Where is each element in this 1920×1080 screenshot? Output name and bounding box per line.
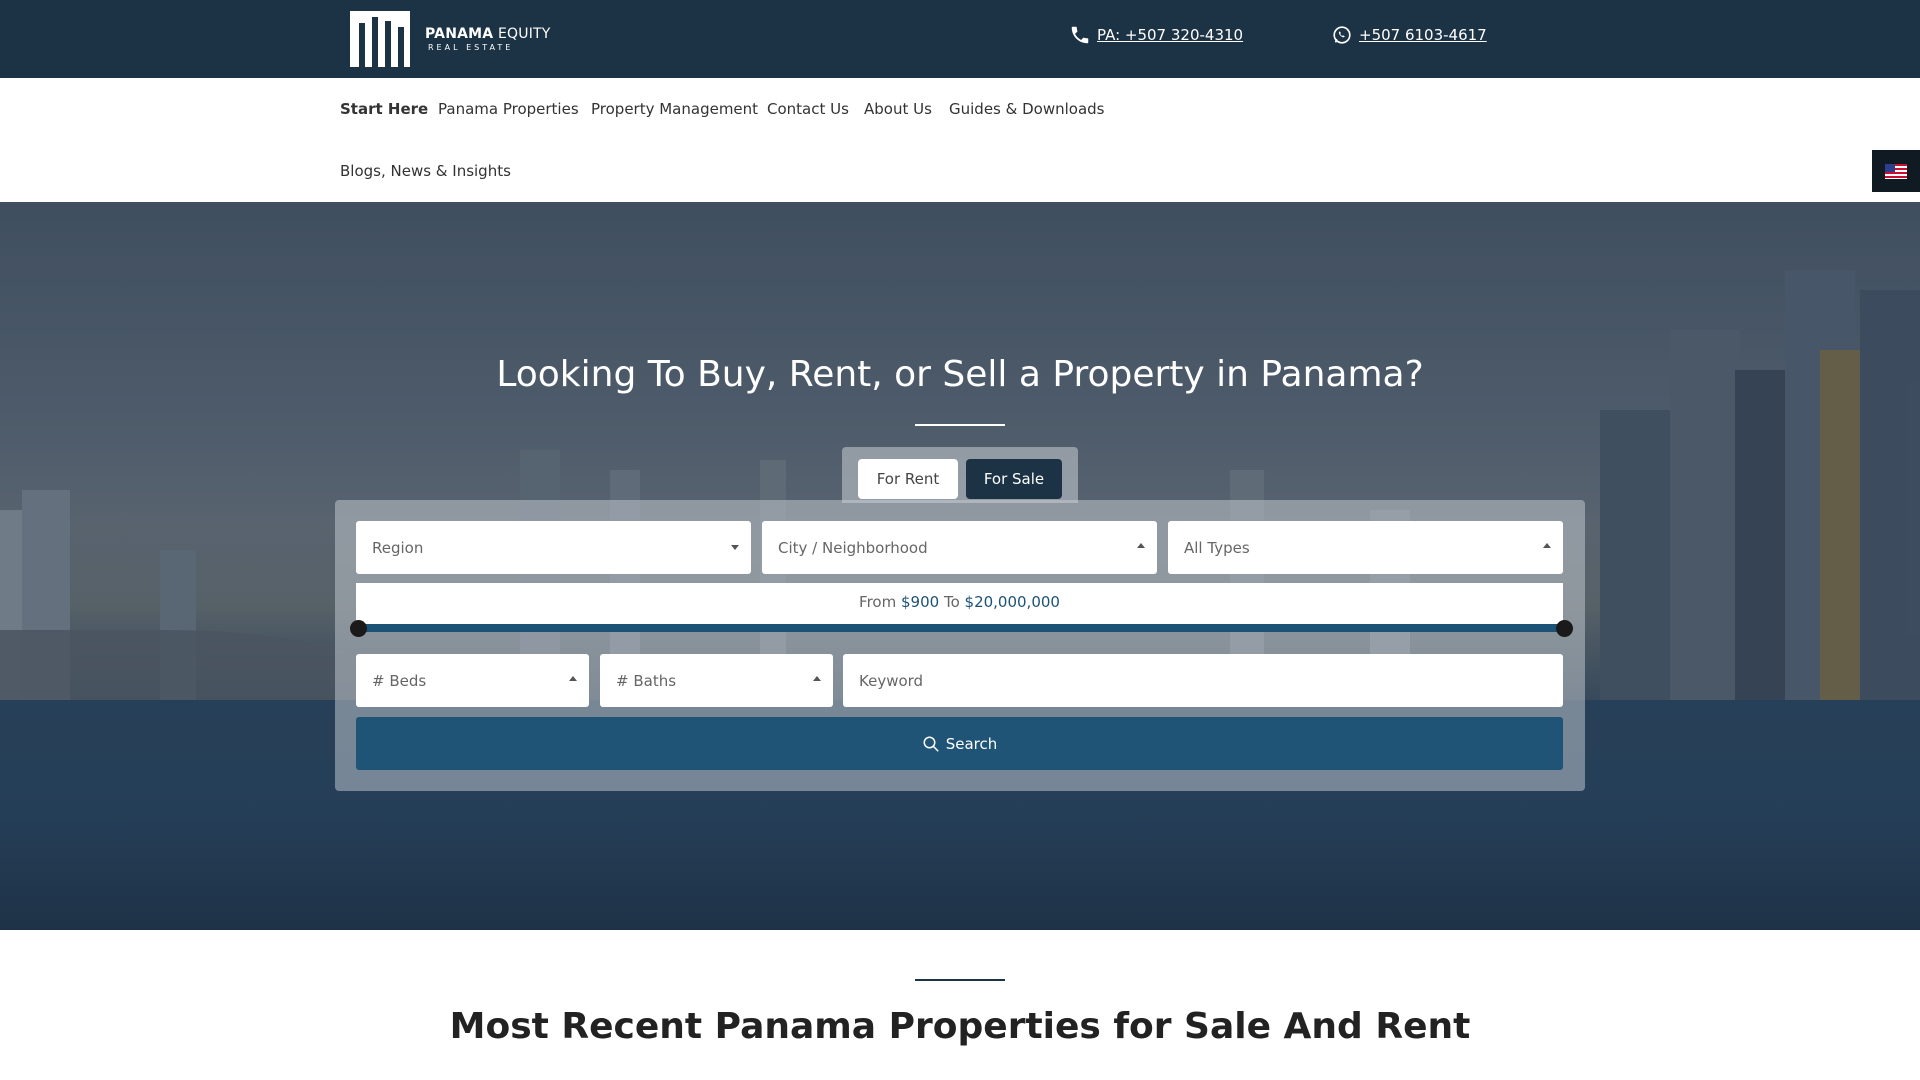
nav-item-property-management[interactable]: Property Management (591, 100, 758, 118)
logo[interactable]: PANAMA EQUITY REAL ESTATE (350, 11, 551, 67)
beds-select[interactable]: # Beds (356, 654, 589, 707)
region-select[interactable]: Region (356, 521, 751, 574)
search-icon (923, 736, 939, 751)
whatsapp-icon (1333, 26, 1351, 44)
chevron-up-icon (813, 676, 821, 681)
search-button[interactable]: Search (356, 717, 1563, 770)
logo-name-rest: EQUITY (498, 25, 551, 42)
baths-select-value: # Baths (616, 671, 677, 690)
price-range-text: From $900 To $20,000,000 (356, 593, 1563, 611)
us-flag-icon (1885, 163, 1907, 179)
city-select-value: City / Neighborhood (778, 538, 928, 557)
search-button-label: Search (945, 734, 998, 753)
top-bar: PANAMA EQUITY REAL ESTATE PA: +507 320-4… (0, 0, 1920, 78)
price-slider-max-handle[interactable] (1556, 620, 1573, 637)
property-type-select[interactable]: All Types (1168, 521, 1563, 574)
nav-item-panama-properties[interactable]: Panama Properties (438, 100, 579, 118)
keyword-input[interactable]: Keyword (843, 654, 1563, 707)
logo-mark-icon (350, 11, 410, 67)
tab-for-sale[interactable]: For Sale (966, 459, 1062, 499)
price-slider-min-handle[interactable] (350, 620, 367, 637)
city-neighborhood-select[interactable]: City / Neighborhood (762, 521, 1157, 574)
title-divider (915, 424, 1005, 426)
chevron-up-icon (1137, 543, 1145, 548)
price-to-value: $20,000,000 (964, 593, 1060, 611)
price-slider-track[interactable] (356, 624, 1563, 632)
phone-whatsapp[interactable]: +507 6103-4617 (1331, 24, 1487, 46)
hero-title: Looking To Buy, Rent, or Sell a Property… (496, 354, 1424, 395)
price-from-label: From (859, 593, 897, 611)
price-to-label: To (943, 593, 960, 611)
section-divider (915, 979, 1005, 981)
nav-item-blogs-news[interactable]: Blogs, News & Insights (340, 162, 511, 180)
chevron-down-icon (731, 545, 739, 550)
baths-select[interactable]: # Baths (600, 654, 833, 707)
chevron-up-icon (569, 676, 577, 681)
nav-item-contact-us[interactable]: Contact Us (767, 100, 849, 118)
phone-icon (1071, 26, 1089, 44)
logo-name-bold: PANAMA (425, 25, 494, 42)
phone-whatsapp-link[interactable]: +507 6103-4617 (1359, 26, 1487, 44)
nav-item-guides-downloads[interactable]: Guides & Downloads (949, 100, 1104, 118)
logo-text: PANAMA EQUITY REAL ESTATE (425, 27, 551, 52)
main-nav: Start Here Panama Properties Property Ma… (0, 78, 1920, 202)
phone-pa-link[interactable]: PA: +507 320-4310 (1097, 26, 1243, 44)
recent-properties-title: Most Recent Panama Properties for Sale A… (449, 1006, 1471, 1047)
logo-subtitle: REAL ESTATE (428, 42, 514, 52)
nav-item-about-us[interactable]: About Us (864, 100, 932, 118)
nav-item-start-here[interactable]: Start Here (340, 100, 428, 118)
type-select-value: All Types (1184, 538, 1250, 557)
hero-banner: Looking To Buy, Rent, or Sell a Property… (0, 202, 1920, 930)
phone-pa[interactable]: PA: +507 320-4310 (1069, 24, 1243, 46)
price-range-display: From $900 To $20,000,000 (356, 583, 1563, 627)
search-panel: Region City / Neighborhood All Types Fro… (335, 500, 1585, 791)
price-from-value: $900 (900, 593, 940, 611)
listing-type-tabs: For Rent For Sale (842, 447, 1078, 503)
beds-select-value: # Beds (372, 671, 427, 690)
chevron-up-icon (1543, 543, 1551, 548)
tab-for-rent[interactable]: For Rent (858, 459, 958, 499)
keyword-placeholder: Keyword (859, 671, 924, 690)
language-switcher[interactable] (1872, 150, 1920, 192)
region-select-value: Region (372, 538, 424, 557)
